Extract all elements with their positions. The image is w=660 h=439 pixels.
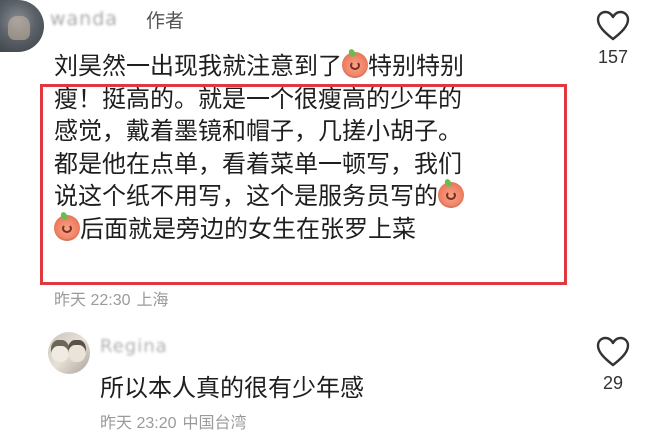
heart-icon: [596, 10, 630, 41]
comment-location: 中国台湾: [182, 415, 247, 432]
peach-face-emoji-icon: [438, 182, 464, 208]
comment-line: 说这个纸不用写，这个是服务员写的: [54, 180, 554, 213]
comment-meta: 昨天 23:20 中国台湾: [100, 409, 253, 433]
comment-location: 上海: [136, 292, 169, 309]
avatar[interactable]: [48, 332, 90, 374]
comment-time: 昨天 23:20: [100, 415, 177, 432]
peach-face-emoji-icon: [342, 52, 368, 78]
heart-icon: [596, 336, 630, 367]
comment-text: 所以本人真的很有少年感: [100, 374, 364, 402]
comment-text: 刘昊然一出现我就注意到了 特别特别 瘦！挺高的。就是一个很瘦高的少年的 感觉，戴着…: [54, 50, 554, 245]
like-count: 157: [597, 47, 629, 67]
avatar[interactable]: [0, 0, 44, 52]
username[interactable]: wanda: [50, 8, 118, 30]
username[interactable]: Regina: [100, 336, 168, 357]
like-button[interactable]: 29: [588, 336, 638, 394]
author-badge: 作者: [146, 10, 185, 32]
comment-line: 感觉，戴着墨镜和帽子，几搓小胡子。: [54, 117, 462, 145]
peach-face-emoji-icon: [54, 214, 80, 241]
comment-line: 瘦！挺高的。就是一个很瘦高的少年的: [54, 84, 462, 113]
comment-line: 都是他在点单，看着菜单一顿写，我们: [54, 149, 462, 178]
like-count: 29: [602, 373, 624, 393]
comment-line: 后面就是旁边的女生在张罗上菜: [54, 213, 554, 246]
comment-time: 昨天 22:30: [54, 292, 131, 309]
like-button[interactable]: 157: [588, 10, 638, 68]
comment-meta: 昨天 22:30 上海: [54, 286, 175, 310]
comment-line: 刘昊然一出现我就注意到了 特别特别: [54, 52, 464, 80]
